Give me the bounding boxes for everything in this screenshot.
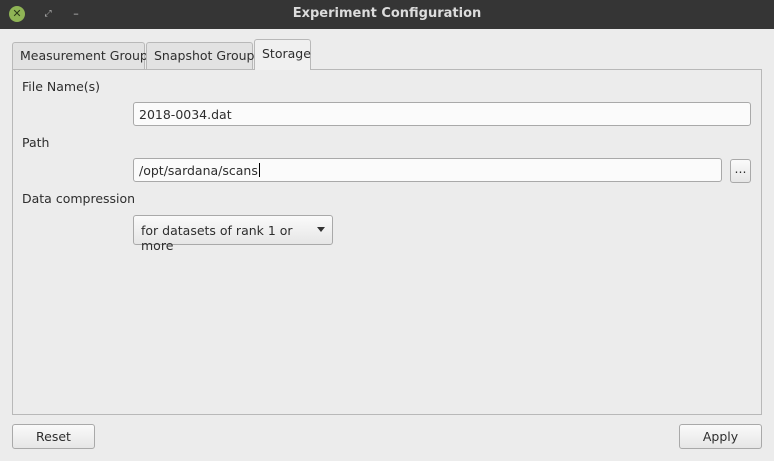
browse-path-button[interactable]: ... — [730, 159, 751, 183]
compression-dropdown[interactable]: for datasets of rank 1 or more — [133, 215, 333, 253]
reset-button[interactable]: Reset — [12, 424, 95, 449]
file-names-label: File Name(s) — [22, 79, 101, 94]
compression-label: Data compression — [22, 191, 136, 206]
file-names-field[interactable]: 2018-0034.dat — [133, 102, 751, 126]
path-label: Path — [22, 135, 50, 150]
dropdown-arrow-icon — [317, 227, 325, 232]
window-title: Experiment Configuration — [292, 6, 482, 21]
apply-button[interactable]: Apply — [679, 424, 762, 449]
path-value: /opt/sardana/scans — [139, 163, 258, 178]
path-field[interactable]: /opt/sardana/scans — [133, 158, 722, 182]
tab-storage[interactable]: Storage — [254, 39, 311, 70]
tab-measurement-group[interactable]: Measurement Group — [12, 42, 148, 70]
text-cursor — [258, 163, 260, 177]
title-bar: ✕ ⤢ – Experiment Configuration — [0, 0, 774, 29]
file-names-value: 2018-0034.dat — [139, 107, 232, 122]
tab-snapshot-group[interactable]: Snapshot Group — [146, 42, 254, 70]
